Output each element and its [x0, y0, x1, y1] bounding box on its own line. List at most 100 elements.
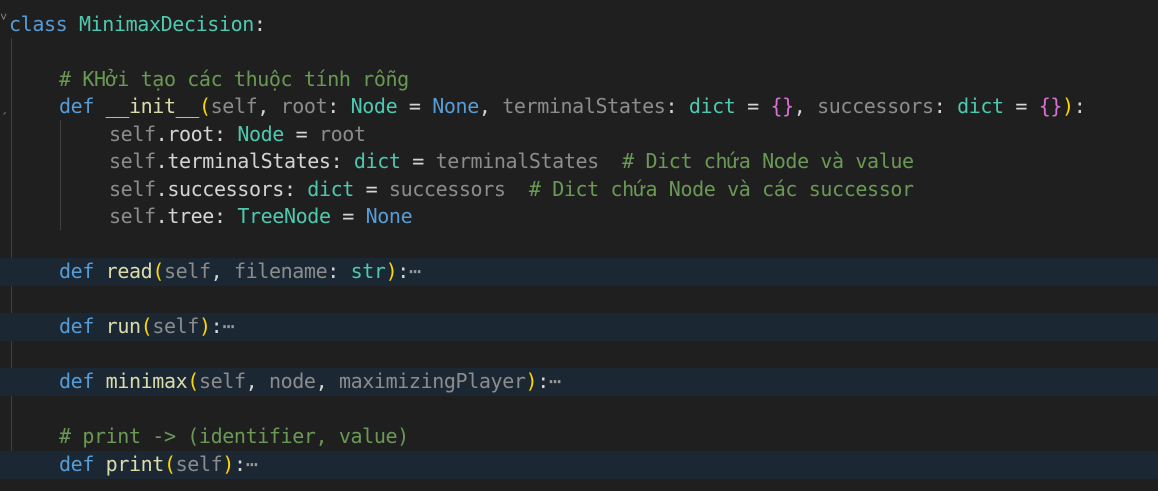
bracket-close: )	[525, 369, 538, 393]
code-line-class-def[interactable]: class MinimaxDecision:	[0, 11, 1158, 39]
punctuation: :	[327, 94, 351, 118]
punctuation: ,	[210, 259, 234, 283]
punctuation: :	[933, 94, 958, 118]
comment: # KHởi tạo các thuộc tính rỗng	[59, 67, 409, 91]
punctuation: :	[665, 94, 689, 118]
operator: =	[735, 94, 771, 118]
type-tree-node: TreeNode	[237, 204, 331, 228]
type-dict: dict	[957, 94, 1004, 118]
operator: =	[283, 122, 319, 146]
folded-ellipsis-icon[interactable]: ⋯	[222, 314, 234, 338]
operator: =	[1003, 94, 1039, 118]
code-line-self-tree[interactable]: self.tree: TreeNode = None	[0, 203, 1158, 231]
code-line-init-def[interactable]: ˏ def __init__(self, root: Node = None, …	[0, 93, 1158, 121]
param-maximizing-player: maximizingPlayer	[338, 369, 526, 393]
punctuation: .	[155, 177, 168, 201]
keyword-class: class	[9, 12, 68, 36]
function-name-minimax: minimax	[105, 369, 188, 393]
folded-ellipsis-icon[interactable]: ⋯	[549, 369, 561, 393]
bracket-open: (	[198, 94, 211, 118]
punctuation: :	[253, 12, 266, 36]
keyword-def: def	[59, 369, 94, 393]
punctuation: :	[210, 314, 223, 338]
param-self: self	[152, 314, 199, 338]
code-line-minimax-def[interactable]: def minimax(self, node, maximizingPlayer…	[0, 368, 1158, 396]
param-node: node	[268, 369, 316, 393]
empty-dict: {}	[770, 94, 794, 118]
function-name-run: run	[105, 314, 141, 338]
attribute-terminal-states: terminalStates	[167, 149, 331, 173]
punctuation: :	[327, 259, 351, 283]
comment: # print -> (identifier, value)	[59, 424, 409, 448]
code-editor[interactable]: ˅ class MinimaxDecision: # KHởi tạo các …	[0, 0, 1158, 491]
punctuation: ,	[793, 94, 818, 118]
comment: # Dict chứa Node và value	[598, 149, 914, 173]
class-name: MinimaxDecision	[78, 12, 254, 36]
punctuation: .	[155, 204, 168, 228]
folded-ellipsis-icon[interactable]: ⋯	[246, 452, 258, 476]
param-self: self	[210, 94, 258, 118]
code-line-self-root[interactable]: self.root: Node = root	[0, 121, 1158, 149]
bracket-open: (	[163, 452, 176, 476]
comment: # Dict chứa Node và các successor	[505, 177, 914, 201]
param-filename: filename	[233, 259, 328, 283]
value-root: root	[318, 122, 366, 146]
bracket-close: )	[385, 259, 398, 283]
self-ref: self	[109, 122, 156, 146]
self-ref: self	[109, 149, 156, 173]
operator: =	[330, 204, 366, 228]
punctuation: :	[233, 452, 246, 476]
code-line-comment-init[interactable]: # KHởi tạo các thuộc tính rỗng	[0, 66, 1158, 94]
punctuation: ,	[257, 94, 281, 118]
value-none: None	[365, 204, 413, 228]
punctuation: ,	[478, 94, 503, 118]
bracket-close: )	[1062, 94, 1074, 118]
value-successors: successors	[388, 177, 506, 201]
param-root: root	[280, 94, 328, 118]
punctuation: :	[213, 122, 238, 146]
bracket-open: (	[152, 259, 164, 283]
punctuation: ,	[315, 369, 339, 393]
code-line-self-terminal-states[interactable]: self.terminalStates: dict = terminalStat…	[0, 148, 1158, 176]
attribute-successors: successors	[167, 177, 284, 201]
punctuation: :	[397, 259, 409, 283]
code-line-read-def[interactable]: def read(self, filename: str):⋯	[0, 258, 1158, 286]
keyword-def: def	[59, 94, 94, 118]
keyword-def: def	[59, 314, 94, 338]
fold-marker-icon: ˏ	[1, 100, 8, 114]
param-self: self	[175, 452, 223, 476]
type-node: Node	[237, 122, 284, 146]
value-none: None	[432, 94, 479, 118]
bracket-open: (	[140, 314, 153, 338]
type-node: Node	[350, 94, 398, 118]
param-successors: successors	[817, 94, 934, 118]
punctuation: :	[213, 204, 238, 228]
keyword-def: def	[59, 259, 94, 283]
attribute-root: root	[167, 122, 214, 146]
operator: =	[397, 94, 433, 118]
code-line-comment-print[interactable]: # print -> (identifier, value)	[0, 423, 1158, 451]
bracket-close: )	[222, 452, 234, 476]
code-line-self-successors[interactable]: self.successors: dict = successors # Dic…	[0, 176, 1158, 204]
type-dict: dict	[688, 94, 736, 118]
function-name-print: print	[105, 452, 165, 476]
code-line-run-def[interactable]: def run(self):⋯	[0, 313, 1158, 341]
function-name-init: __init__	[105, 94, 200, 118]
punctuation: :	[283, 177, 308, 201]
attribute-tree: tree	[167, 204, 214, 228]
operator: =	[400, 149, 436, 173]
punctuation: .	[155, 122, 168, 146]
operator: =	[353, 177, 389, 201]
bracket-close: )	[198, 314, 211, 338]
code-line-print-def[interactable]: def print(self):⋯	[0, 451, 1158, 479]
punctuation: :	[1073, 94, 1086, 118]
punctuation: ,	[245, 369, 269, 393]
type-dict: dict	[353, 149, 401, 173]
type-str: str	[350, 259, 386, 283]
folded-ellipsis-icon[interactable]: ⋯	[409, 259, 421, 283]
value-terminal-states: terminalStates	[435, 149, 600, 173]
param-self: self	[198, 369, 246, 393]
param-self: self	[163, 259, 211, 283]
param-terminal-states: terminalStates	[502, 94, 666, 118]
type-dict: dict	[307, 177, 354, 201]
